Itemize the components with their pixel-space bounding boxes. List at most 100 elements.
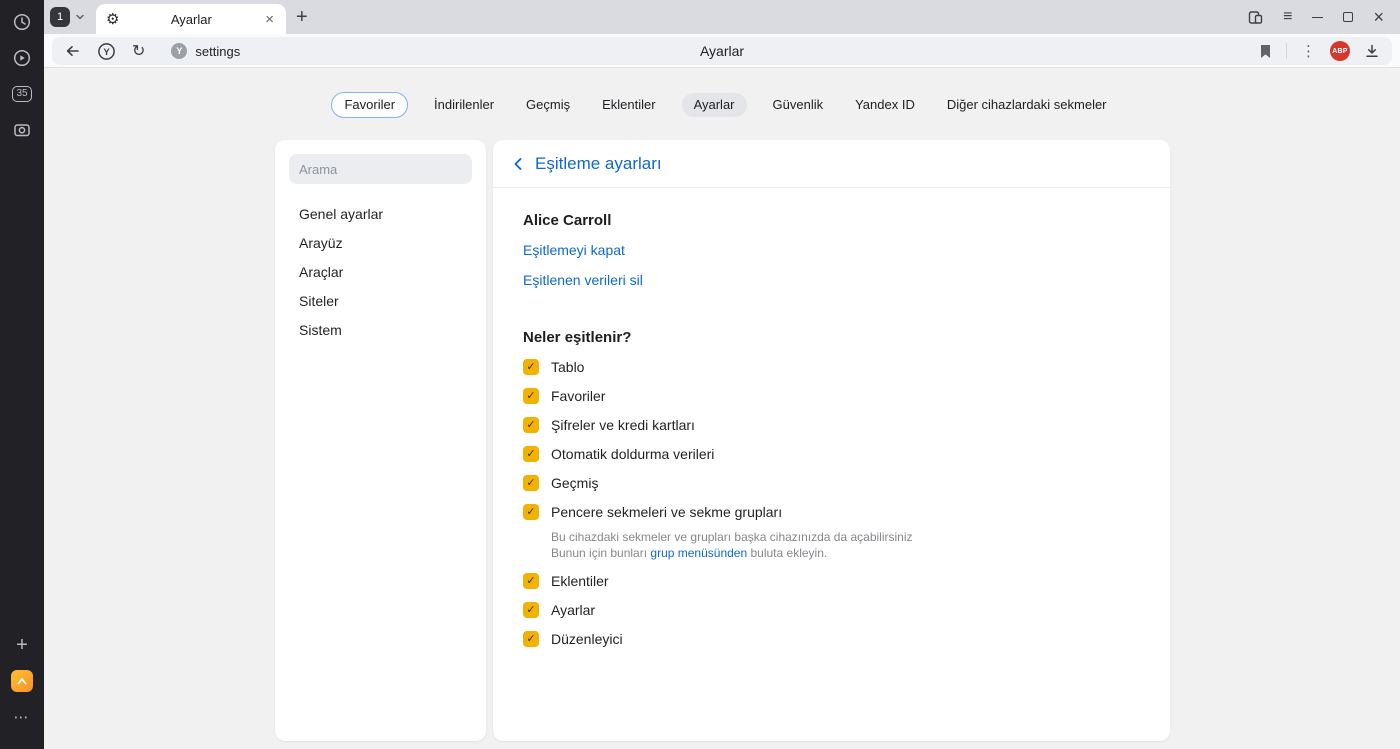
check-icon: ✓ bbox=[526, 574, 536, 587]
sync-settings-title: Eşitleme ayarları bbox=[535, 153, 662, 173]
check-icon: ✓ bbox=[526, 360, 536, 373]
page-title: Ayarlar bbox=[699, 43, 745, 59]
check-icon: ✓ bbox=[526, 476, 536, 489]
browser-menu-icon[interactable]: ≡ bbox=[1283, 8, 1292, 26]
checkbox-checked[interactable]: ✓ bbox=[523, 573, 539, 589]
check-icon: ✓ bbox=[526, 447, 536, 460]
back-button[interactable] bbox=[64, 43, 81, 59]
menu-item-sistem[interactable]: Sistem bbox=[289, 316, 472, 345]
check-icon: ✓ bbox=[526, 418, 536, 431]
description-line-1: Bu cihazdaki sekmeler ve grupları başka … bbox=[551, 530, 913, 544]
minimize-button[interactable] bbox=[1312, 16, 1324, 18]
panels-icon[interactable] bbox=[1248, 10, 1263, 25]
disable-sync-link[interactable]: Eşitlemeyi kapat bbox=[523, 241, 625, 259]
checkbox-checked[interactable]: ✓ bbox=[523, 504, 539, 520]
sync-item-gecmis[interactable]: ✓ Geçmiş bbox=[523, 473, 1140, 493]
screenshot-camera-icon[interactable] bbox=[8, 116, 36, 144]
close-window-button[interactable]: × bbox=[1373, 8, 1384, 26]
nav-favoriler[interactable]: Favoriler bbox=[331, 92, 409, 118]
sync-item-sifreler[interactable]: ✓ Şifreler ve kredi kartları bbox=[523, 415, 1140, 435]
account-name: Alice Carroll bbox=[523, 212, 612, 229]
tab-count-badge[interactable]: 35 bbox=[8, 80, 36, 108]
sync-item-description: Bu cihazdaki sekmeler ve grupları başka … bbox=[551, 529, 1140, 561]
settings-page: Favoriler İndirilenler Geçmiş Eklentiler… bbox=[44, 68, 1400, 749]
adblock-badge[interactable]: ABP bbox=[1330, 41, 1350, 61]
tab-bar: 1 ⚙ Ayarlar × + ≡ × bbox=[44, 0, 1400, 34]
side-rail: 35 + ⋯ bbox=[0, 0, 44, 749]
settings-menu-list: Genel ayarlar Arayüz Araçlar Siteler Sis… bbox=[289, 200, 472, 345]
menu-item-araclar[interactable]: Araçlar bbox=[289, 258, 472, 287]
nav-gecmis[interactable]: Geçmiş bbox=[520, 93, 576, 117]
rail-more-button[interactable]: ⋯ bbox=[8, 703, 36, 731]
checkbox-checked[interactable]: ✓ bbox=[523, 475, 539, 491]
sync-section-title: Neler eşitlenir? bbox=[523, 329, 632, 346]
yandex-search-icon[interactable]: Y bbox=[97, 42, 116, 61]
site-favicon: Y bbox=[171, 43, 188, 59]
yandex-logo bbox=[11, 670, 33, 692]
check-icon: ✓ bbox=[526, 603, 536, 616]
nav-left-group: Y ↻ Y settings bbox=[64, 41, 240, 61]
checkbox-checked[interactable]: ✓ bbox=[523, 359, 539, 375]
group-menu-link[interactable]: grup menüsünden bbox=[650, 546, 747, 560]
nav-diger-cihazlar[interactable]: Diğer cihazlardaki sekmeler bbox=[941, 93, 1113, 117]
sync-settings-body: Alice Carroll Eşitlemeyi kapat Eşitlenen… bbox=[493, 188, 1170, 649]
svg-text:Y: Y bbox=[103, 47, 110, 58]
tab-list-chevron-icon[interactable] bbox=[73, 10, 87, 24]
sync-item-ayarlar[interactable]: ✓ Ayarlar bbox=[523, 600, 1140, 620]
checkbox-checked[interactable]: ✓ bbox=[523, 388, 539, 404]
sync-item-duzenleyici[interactable]: ✓ Düzenleyici bbox=[523, 629, 1140, 649]
checkbox-checked[interactable]: ✓ bbox=[523, 417, 539, 433]
menu-item-arayuz[interactable]: Arayüz bbox=[289, 229, 472, 258]
nav-guvenlik[interactable]: Güvenlik bbox=[767, 93, 830, 117]
sync-item-otomatik-doldurma[interactable]: ✓ Otomatik doldurma verileri bbox=[523, 444, 1140, 464]
extensions-menu-icon[interactable]: ⋮ bbox=[1301, 42, 1316, 60]
checkbox-checked[interactable]: ✓ bbox=[523, 446, 539, 462]
checkbox-checked[interactable]: ✓ bbox=[523, 602, 539, 618]
settings-search-input[interactable] bbox=[289, 154, 472, 184]
downloads-icon[interactable] bbox=[1364, 43, 1380, 59]
reload-button[interactable]: ↻ bbox=[132, 41, 145, 61]
nav-right-group: ⋮ ABP bbox=[1259, 41, 1380, 61]
description-line-2: Bunun için bunları grup menüsünden bulut… bbox=[551, 546, 828, 560]
check-icon: ✓ bbox=[526, 632, 536, 645]
nav-ayarlar[interactable]: Ayarlar bbox=[681, 93, 747, 117]
sync-settings-header[interactable]: Eşitleme ayarları bbox=[493, 140, 1170, 188]
tab-close-icon[interactable]: × bbox=[263, 11, 276, 28]
new-tab-button[interactable]: + bbox=[296, 7, 308, 27]
settings-top-nav: Favoriler İndirilenler Geçmiş Eklentiler… bbox=[44, 92, 1400, 118]
url-text: settings bbox=[195, 43, 241, 59]
yandex-app-icon[interactable] bbox=[8, 667, 36, 695]
video-play-icon[interactable] bbox=[8, 44, 36, 72]
sync-item-eklentiler[interactable]: ✓ Eklentiler bbox=[523, 571, 1140, 591]
nav-eklentiler[interactable]: Eklentiler bbox=[596, 93, 661, 117]
delete-synced-data-link[interactable]: Eşitlenen verileri sil bbox=[523, 271, 643, 289]
gear-icon: ⚙ bbox=[106, 10, 120, 28]
window-controls: ≡ × bbox=[1248, 8, 1400, 26]
omnibox: Y ↻ Y settings Ayarlar ⋮ ABP bbox=[52, 37, 1392, 65]
nav-indirilenler[interactable]: İndirilenler bbox=[428, 93, 500, 117]
sync-settings-card: Eşitleme ayarları Alice Carroll Eşitleme… bbox=[493, 140, 1170, 741]
sync-item-pencere-sekmeleri[interactable]: ✓ Pencere sekmeleri ve sekme grupları bbox=[523, 502, 1140, 522]
add-panel-button[interactable]: + bbox=[8, 631, 36, 659]
plus-icon: + bbox=[16, 634, 28, 656]
sync-item-tablo[interactable]: ✓ Tablo bbox=[523, 357, 1140, 377]
tab-counter[interactable]: 1 bbox=[50, 7, 70, 27]
check-icon: ✓ bbox=[526, 505, 536, 518]
checkbox-checked[interactable]: ✓ bbox=[523, 631, 539, 647]
tab-title: Ayarlar bbox=[170, 11, 212, 27]
history-clock-icon[interactable] bbox=[8, 8, 36, 36]
nav-yandex-id[interactable]: Yandex ID bbox=[849, 93, 921, 117]
address-field[interactable]: Y settings bbox=[171, 43, 240, 59]
back-chevron-icon bbox=[511, 156, 525, 172]
menu-item-siteler[interactable]: Siteler bbox=[289, 287, 472, 316]
minimize-icon bbox=[1312, 16, 1324, 18]
check-icon: ✓ bbox=[526, 389, 536, 402]
navigation-row: Y ↻ Y settings Ayarlar ⋮ ABP bbox=[44, 34, 1400, 68]
menu-item-genel-ayarlar[interactable]: Genel ayarlar bbox=[289, 200, 472, 229]
ellipsis-icon: ⋯ bbox=[13, 709, 31, 726]
sync-item-pencere-sekmeleri-block: ✓ Pencere sekmeleri ve sekme grupları Bu… bbox=[523, 502, 1140, 561]
maximize-button[interactable] bbox=[1343, 12, 1354, 22]
sync-item-favoriler[interactable]: ✓ Favoriler bbox=[523, 386, 1140, 406]
active-tab[interactable]: ⚙ Ayarlar × bbox=[96, 4, 286, 34]
bookmark-icon[interactable] bbox=[1259, 44, 1272, 59]
